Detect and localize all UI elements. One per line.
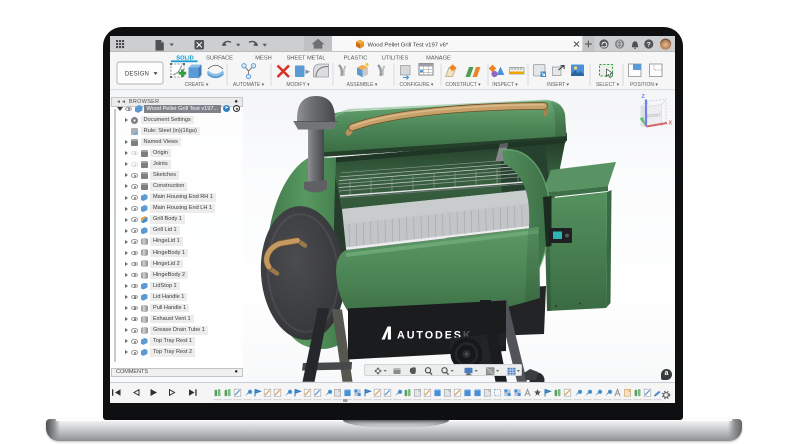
svg-text:MODIFY ▾: MODIFY ▾ xyxy=(286,82,310,88)
svg-text:UTILITIES: UTILITIES xyxy=(382,55,409,61)
svg-text:SELECT ▾: SELECT ▾ xyxy=(596,82,620,88)
svg-text:SURFACE: SURFACE xyxy=(206,55,233,61)
svg-text:CONFIGURE ▾: CONFIGURE ▾ xyxy=(400,82,434,88)
svg-text:SOLID: SOLID xyxy=(176,55,193,61)
svg-text:DESIGN: DESIGN xyxy=(125,71,149,77)
svg-text:X: X xyxy=(669,120,673,126)
svg-text:ASSEMBLE ▾: ASSEMBLE ▾ xyxy=(347,82,378,88)
svg-text:?: ? xyxy=(647,41,651,48)
svg-text:AUTOMATE ▾: AUTOMATE ▾ xyxy=(233,82,265,88)
svg-text:CREATE ▾: CREATE ▾ xyxy=(185,82,209,88)
svg-text:SHEET METAL: SHEET METAL xyxy=(287,55,326,61)
svg-text:Wood Pellet Grill Test v197 v6: Wood Pellet Grill Test v197 v6* xyxy=(368,43,449,49)
svg-text:MANAGE: MANAGE xyxy=(426,55,451,61)
svg-text:Z: Z xyxy=(641,94,645,100)
svg-text:MESH: MESH xyxy=(255,55,271,61)
svg-text:INSERT ▾: INSERT ▾ xyxy=(547,82,570,88)
svg-text:INSPECT ▾: INSPECT ▾ xyxy=(492,82,518,88)
svg-text:CONSTRUCT ▾: CONSTRUCT ▾ xyxy=(445,82,481,88)
svg-text:PLASTIC: PLASTIC xyxy=(344,55,368,61)
svg-text:POSITION ▾: POSITION ▾ xyxy=(630,82,658,88)
